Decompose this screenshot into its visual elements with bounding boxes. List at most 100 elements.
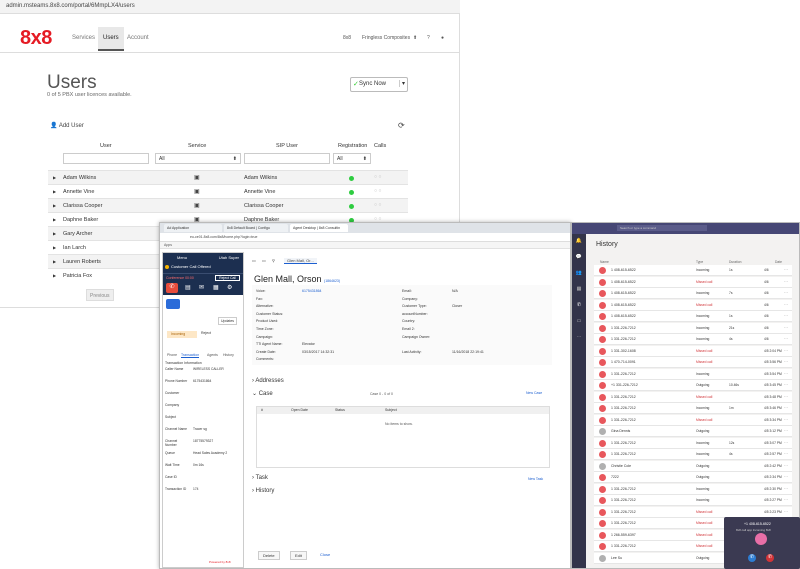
table-row[interactable]: ▶ Adam Wilkins ▣ Adam Wilkins ○ ○: [48, 170, 408, 184]
calls-icon[interactable]: ✆: [575, 302, 583, 309]
agent-status[interactable]: Utah Super: [219, 255, 239, 260]
more-options-icon[interactable]: ⋯: [784, 463, 788, 468]
close-button[interactable]: Close: [316, 551, 334, 558]
more-options-icon[interactable]: ⋯: [784, 497, 788, 502]
more-options-icon[interactable]: ⋯: [784, 382, 788, 387]
delete-button[interactable]: Delete: [258, 551, 280, 560]
teams-icon[interactable]: 👥: [575, 270, 583, 277]
search-icon[interactable]: ⚲: [272, 258, 275, 263]
history-row[interactable]: 1 408-615-6522 Incoming 1s 4/6 ⋯: [594, 265, 792, 276]
more-options-icon[interactable]: ⋯: [784, 428, 788, 433]
expand-icon[interactable]: ▶: [53, 175, 56, 180]
expand-icon[interactable]: ▶: [53, 231, 56, 236]
history-row[interactable]: +1 331-226-7212 Outgoing 10.46s 4/5 3:45 PM…: [594, 380, 792, 391]
history-row[interactable]: 1 331-302-1608 Missed call 4/5 2:04 PM ⋯: [594, 345, 792, 357]
updates-select[interactable]: Updates: [218, 317, 238, 325]
nav-services[interactable]: Services: [72, 35, 95, 41]
tab-transaction[interactable]: Transaction: [181, 353, 200, 358]
table-row[interactable]: ▶ Annette Vine ▣ Annette Vine ○ ○: [48, 184, 408, 198]
more-options-icon[interactable]: ⋯: [784, 302, 788, 307]
more-options-icon[interactable]: ⋯: [784, 486, 788, 491]
field-value[interactable]: 6175431864: [302, 289, 321, 293]
folder-icon[interactable]: ▭: [262, 258, 266, 263]
brand-logo[interactable]: 8x8: [20, 27, 52, 50]
history-row[interactable]: 1 331-226-7212 Incoming 21s 4/6 ⋯: [594, 322, 792, 334]
tab-history[interactable]: History: [223, 353, 234, 357]
address-bar[interactable]: admin.msteams.8x8.com/portal/6MmpLX4/use…: [0, 0, 460, 14]
col-open-date[interactable]: Open Date: [291, 408, 308, 412]
help-icon[interactable]: ?: [427, 35, 430, 41]
col-registration[interactable]: Registration: [338, 143, 367, 149]
history-row[interactable]: 1 408-615-6522 Incoming 7s 4/6 ⋯: [594, 288, 792, 299]
expand-icon[interactable]: ▶: [53, 217, 56, 222]
dialpad-toggle[interactable]: [166, 299, 180, 309]
more-options-icon[interactable]: ⋯: [784, 313, 788, 318]
section-history[interactable]: › History: [252, 488, 274, 494]
org-short[interactable]: 8x8: [343, 35, 351, 41]
chat-icon[interactable]: ▤: [185, 284, 191, 291]
more-options-icon[interactable]: ⋯: [784, 336, 788, 341]
reject-call-button[interactable]: Reject Call: [215, 275, 240, 281]
new-task-link[interactable]: New Task: [528, 477, 543, 481]
add-user-button[interactable]: 👤 Add User: [50, 122, 84, 129]
history-row[interactable]: 1 408-615-6522 Missed call 4/6 ⋯: [594, 276, 792, 288]
history-row[interactable]: 1 408-615-6522 Incoming 1s 4/6 ⋯: [594, 311, 792, 322]
more-options-icon[interactable]: ⋯: [784, 451, 788, 456]
nav-users[interactable]: Users: [98, 27, 124, 51]
home-icon[interactable]: ▭: [252, 258, 256, 263]
user-icon[interactable]: ●: [441, 35, 444, 41]
previous-button[interactable]: Previous: [86, 289, 114, 301]
browser-tab[interactable]: 8x8 Default Board | Configu: [224, 224, 288, 232]
col-service[interactable]: Service: [188, 143, 206, 149]
history-row[interactable]: 7222 Outgoing 4/5 2:34 PM ⋯: [594, 472, 792, 483]
nav-account[interactable]: Account: [127, 35, 149, 41]
activity-icon[interactable]: 🔔: [575, 238, 583, 245]
col-status[interactable]: Status: [335, 408, 345, 412]
crm-tab[interactable]: Glen Mall, Or...: [284, 258, 317, 264]
history-row[interactable]: 1 331-226-7212 Missed call 4/5 3:34 PM ⋯: [594, 414, 792, 426]
history-row[interactable]: Christie Cole Outgoing 4/5 2:42 PM ⋯: [594, 460, 792, 472]
more-options-icon[interactable]: ⋯: [784, 267, 788, 272]
browser-tab[interactable]: Ad Application: [164, 224, 222, 232]
settings-icon[interactable]: ⚙: [227, 284, 232, 291]
section-addresses[interactable]: › Addresses: [252, 378, 284, 384]
decline-call-icon[interactable]: ✆: [766, 554, 774, 562]
sync-now-button[interactable]: ✓ Sync Now ▾: [350, 77, 408, 92]
address-bar[interactable]: eu-ce01.8x8.com/8x8/home.php?login=true: [160, 233, 570, 242]
more-options-icon[interactable]: ⋯: [784, 394, 788, 399]
expand-icon[interactable]: ▶: [53, 273, 56, 278]
more-options-icon[interactable]: ⋯: [784, 279, 788, 284]
sip-filter-input[interactable]: [244, 153, 330, 164]
more-options-icon[interactable]: ⋯: [784, 359, 788, 364]
more-options-icon[interactable]: ⋯: [784, 371, 788, 376]
col-name[interactable]: Name: [600, 260, 609, 264]
history-row[interactable]: 1 331-226-7212 Incoming 4/5 2:30 PM ⋯: [594, 483, 792, 495]
history-row[interactable]: 1 331-226-7212 Incoming 4/5 2:27 PM ⋯: [594, 495, 792, 506]
col-subject[interactable]: Subject: [385, 408, 397, 412]
history-row[interactable]: 1 408-615-6522 Missed call 4/6 ⋯: [594, 299, 792, 311]
history-row[interactable]: 1 331-226-7212 Missed call 4/5 2:23 PM ⋯: [594, 506, 792, 518]
col-sip-user[interactable]: SIP User: [276, 143, 298, 149]
tab-phone[interactable]: Phone: [167, 353, 177, 357]
search-input[interactable]: Search or type a command: [617, 225, 707, 231]
browser-tab-active[interactable]: Agent Desktop | 8x8 Consultin: [290, 224, 348, 232]
user-filter-input[interactable]: [63, 153, 149, 164]
col-duration[interactable]: Duration: [729, 260, 741, 264]
more-options-icon[interactable]: ⋯: [784, 325, 788, 330]
section-case[interactable]: ⌄ Case: [252, 390, 273, 397]
more-options-icon[interactable]: ⋯: [784, 440, 788, 445]
org-name[interactable]: Fringless Composites: [362, 35, 410, 41]
history-row[interactable]: 1 470-714-0091 Missed call 4/5 3:56 PM ⋯: [594, 357, 792, 368]
contact-id[interactable]: (1864623): [324, 279, 340, 283]
bookmarks-bar[interactable]: Apps: [160, 242, 570, 249]
refresh-icon[interactable]: ⟳: [398, 121, 405, 130]
calendar-icon[interactable]: ▦: [575, 286, 583, 293]
expand-icon[interactable]: ▶: [53, 259, 56, 264]
history-row[interactable]: 1 331-226-7212 Incoming 12s 4/5 3:07 PM ⋯: [594, 437, 792, 449]
more-options-icon[interactable]: ⋯: [784, 348, 788, 353]
more-options-icon[interactable]: ⋯: [784, 474, 788, 479]
more-options-icon[interactable]: ⋯: [784, 509, 788, 514]
table-row[interactable]: ▶ Clarissa Cooper ▣ Clarissa Cooper ○ ○: [48, 198, 408, 212]
expand-icon[interactable]: ▶: [53, 245, 56, 250]
more-options-icon[interactable]: ⋯: [784, 417, 788, 422]
